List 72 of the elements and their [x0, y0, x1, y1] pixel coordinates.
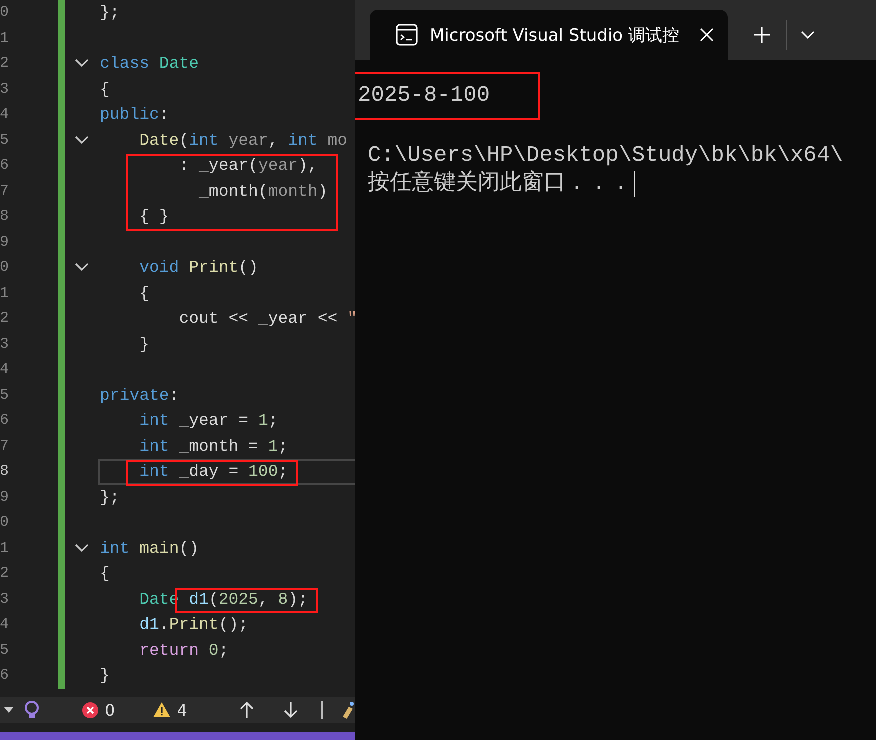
line-number: 5 — [0, 132, 10, 149]
fold-chevron-icon[interactable] — [74, 59, 88, 68]
code-line: Date(int year, int mo — [138, 130, 348, 150]
new-tab-icon[interactable] — [754, 27, 770, 43]
line-number: 2 — [0, 565, 10, 582]
line-number: 4 — [0, 616, 10, 634]
code-line: class Date — [100, 54, 200, 74]
tab-title: Microsoft Visual Studio 调试控 — [430, 24, 680, 46]
code-line: void Print() — [138, 258, 258, 278]
line-number: 8 — [0, 208, 10, 226]
line-number: 0 — [0, 4, 10, 22]
line-number: 6 — [0, 412, 10, 430]
line-number: 7 — [0, 182, 10, 200]
close-icon[interactable] — [700, 28, 714, 42]
code-line: }; — [100, 488, 120, 507]
console-icon — [396, 24, 418, 46]
code-line: int _month = 1; — [138, 436, 288, 456]
code-line: { — [138, 284, 150, 303]
dropdown-chevron-icon[interactable] — [801, 31, 815, 39]
tab-divider — [786, 20, 787, 50]
line-number: 6 — [0, 667, 10, 684]
code-line: : _year(year), — [178, 156, 318, 176]
dropdown-caret-icon[interactable] — [4, 707, 14, 713]
fold-chevron-icon[interactable] — [74, 544, 88, 553]
error-count: 0 — [105, 700, 116, 720]
code-line: public: — [100, 105, 170, 124]
arrow-down-icon[interactable] — [283, 701, 300, 719]
code-line: d1.Print(); — [138, 615, 249, 634]
line-number: 7 — [0, 438, 10, 455]
line-number: 9 — [0, 488, 10, 506]
line-number: 5 — [0, 642, 10, 659]
line-number: 4 — [0, 361, 10, 378]
fold-chevron-icon[interactable] — [74, 263, 88, 272]
line-number: 2 — [0, 310, 10, 328]
line-number: 0 — [0, 514, 10, 532]
code-line: int _day = 100; — [138, 462, 288, 482]
warning-count: 4 — [177, 700, 188, 720]
lightbulb-icon[interactable] — [22, 700, 42, 720]
code-line: { — [100, 564, 110, 584]
warning-icon — [153, 702, 172, 718]
error-icon — [82, 702, 99, 718]
line-number: 3 — [0, 590, 10, 608]
fold-chevron-icon[interactable] — [74, 136, 88, 145]
code-line: { } — [138, 207, 170, 226]
line-number: 1 — [0, 284, 10, 302]
line-number: 8 — [0, 463, 10, 480]
line-number: 9 — [0, 234, 10, 251]
terminal-tab[interactable]: Microsoft Visual Studio 调试控 — [370, 10, 728, 60]
line-number: 3 — [0, 336, 10, 353]
code-line: cout << _year << " — [178, 309, 355, 328]
arrow-up-icon[interactable] — [239, 701, 256, 719]
code-line: } — [100, 666, 110, 686]
line-number: 5 — [0, 386, 10, 404]
code-line: return 0; — [138, 640, 229, 660]
line-number: 2 — [0, 55, 10, 72]
code-line: int main() — [100, 538, 200, 558]
code-line: int _year = 1; — [138, 411, 278, 430]
line-number: 1 — [0, 540, 10, 557]
line-number: 1 — [0, 30, 10, 47]
code-line: { — [100, 80, 110, 99]
code-line: }; — [100, 3, 120, 22]
line-number: 6 — [0, 157, 10, 174]
code-line: } — [138, 334, 150, 354]
terminal-output-line: 按任意键关闭此窗口．．． — [367, 170, 632, 198]
code-line: _month(month) — [198, 182, 328, 201]
brush-icon[interactable] — [341, 701, 355, 719]
line-number: 0 — [0, 259, 10, 276]
line-number: 4 — [0, 106, 10, 124]
line-number: 3 — [0, 80, 10, 98]
code-line: private: — [100, 386, 180, 405]
status-divider — [321, 701, 323, 719]
terminal-output-line: C:\Users\HP\Desktop\Study\bk\bk\x64\ — [367, 142, 844, 170]
